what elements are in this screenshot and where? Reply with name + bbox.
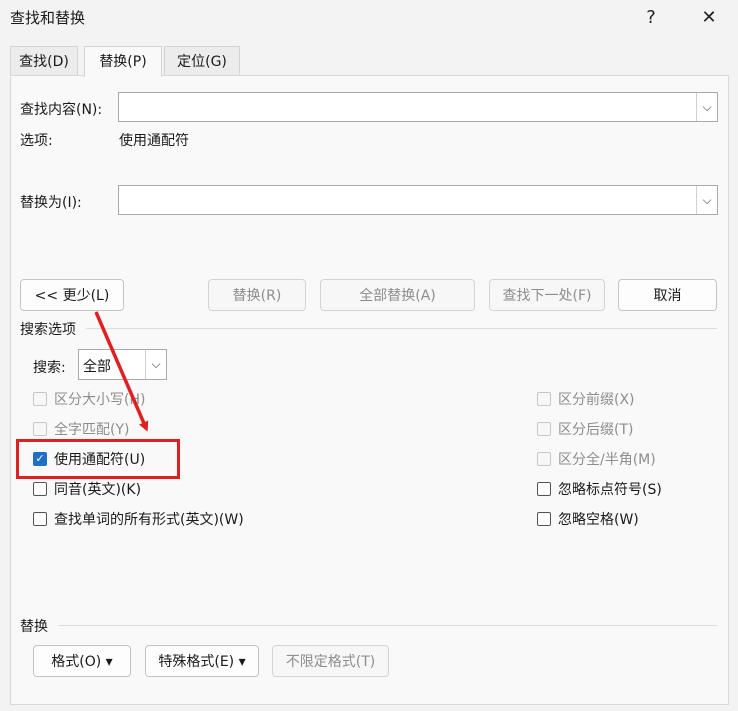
annotation-arrow	[94, 311, 149, 432]
find-replace-dialog: 查找和替换 ? ✕ 查找(D) 替换(P) 定位(G) 查找内容(N): ⌵ 选…	[0, 0, 738, 711]
tab-replace[interactable]: 替换(P)	[84, 46, 162, 77]
